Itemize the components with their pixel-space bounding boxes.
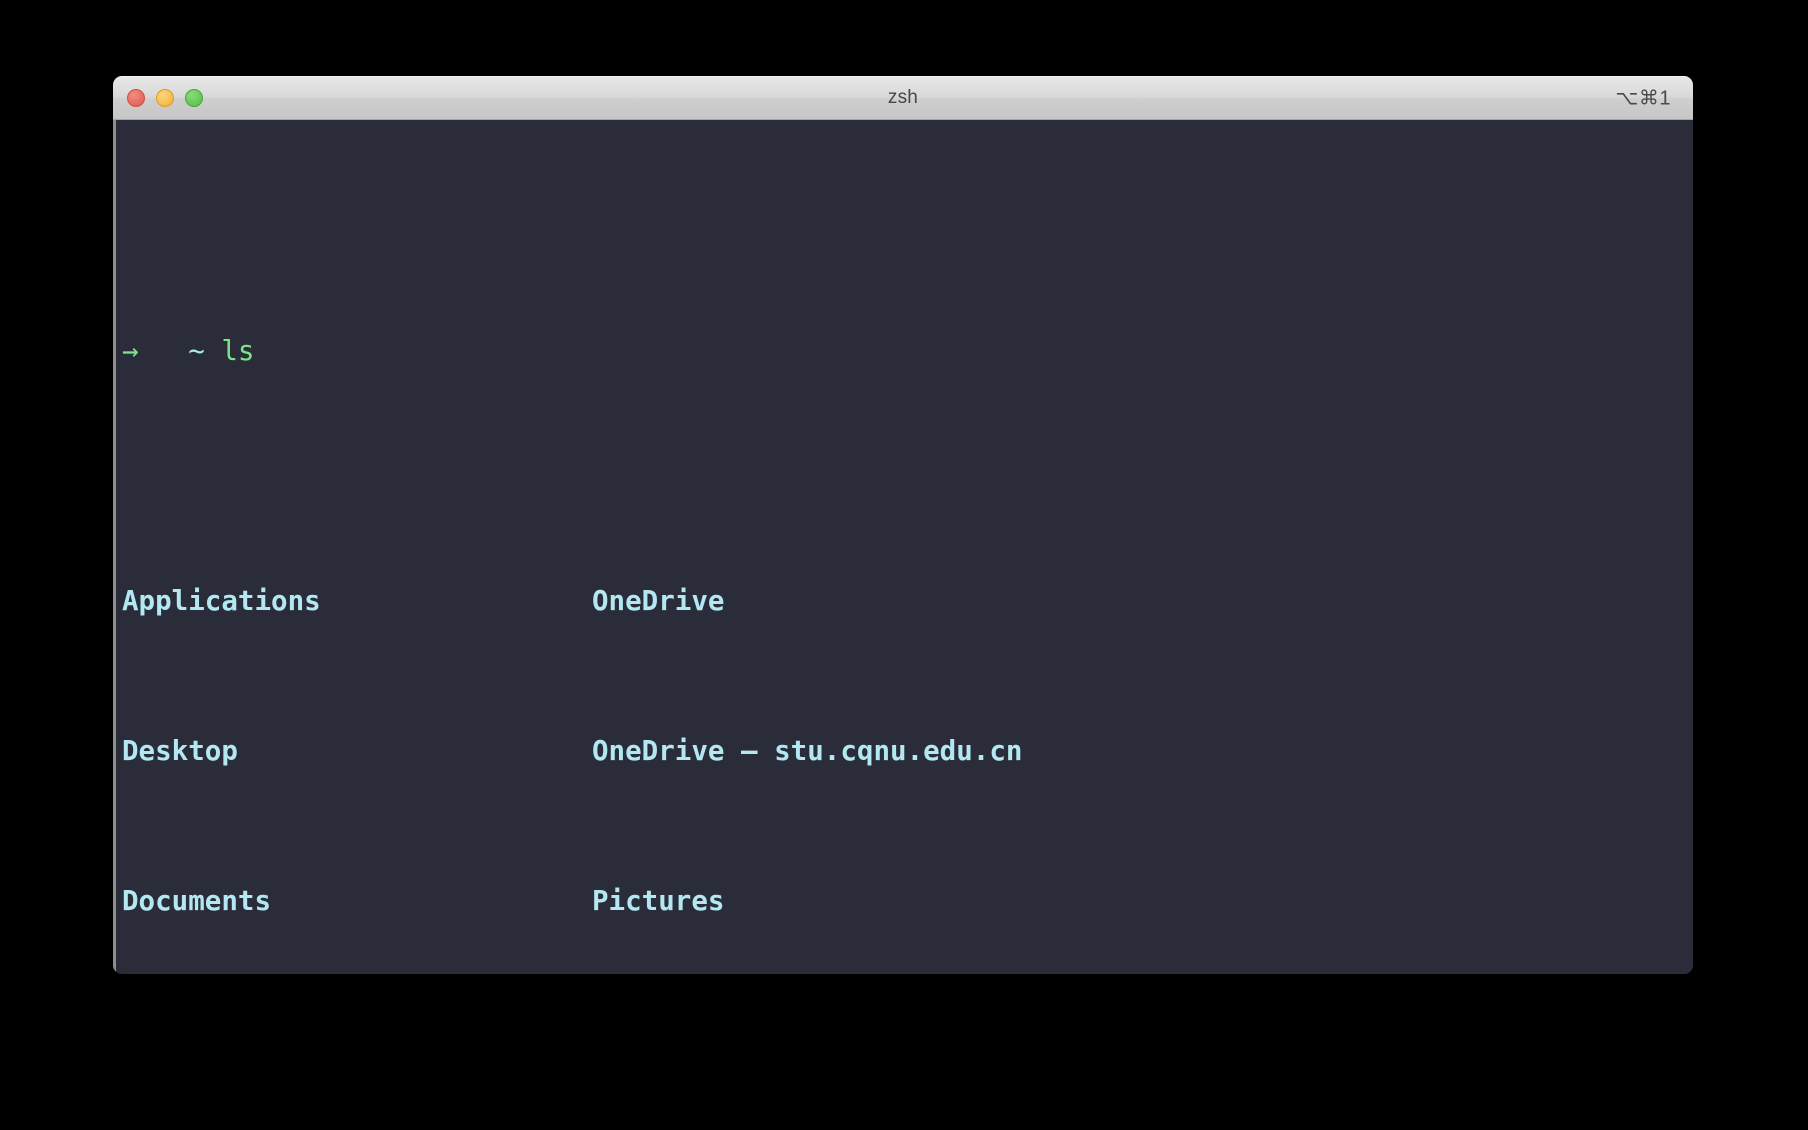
prompt-command: ls [221, 335, 255, 367]
window-title: zsh [887, 87, 919, 108]
desktop-background: zsh ⌥⌘1 → ~ ls Applications OneDrive Desk… [0, 0, 1808, 1130]
listing-cell-col2: Pictures [592, 885, 725, 917]
window-controls [127, 89, 203, 107]
terminal-output-area[interactable]: → ~ ls Applications OneDrive Desktop OneDr… [122, 126, 1693, 974]
listing-cell-col1: Applications [122, 585, 321, 617]
listing-row: Documents Pictures [122, 876, 1693, 926]
listing-cell-col2: OneDrive [592, 585, 725, 617]
minimize-button-icon[interactable] [156, 89, 174, 107]
window-titlebar[interactable]: zsh ⌥⌘1 [113, 76, 1693, 120]
terminal-body[interactable]: → ~ ls Applications OneDrive Desktop OneDr… [113, 120, 1693, 974]
listing-row: Desktop OneDrive – stu.cqnu.edu.cn [122, 726, 1693, 776]
listing-cell-col1: Documents [122, 885, 272, 917]
prompt-arrow-icon: → [122, 335, 139, 367]
window-shortcut-label: ⌥⌘1 [1615, 87, 1671, 110]
listing-row: Applications OneDrive [122, 576, 1693, 626]
close-button-icon[interactable] [127, 89, 145, 107]
terminal-window[interactable]: zsh ⌥⌘1 → ~ ls Applications OneDrive Desk… [113, 76, 1693, 974]
prompt-cwd: ~ [188, 335, 205, 367]
listing-cell-col1: Desktop [122, 735, 238, 767]
maximize-button-icon[interactable] [185, 89, 203, 107]
terminal-line-prompt: → ~ ls [122, 326, 1693, 376]
listing-cell-col2: OneDrive – stu.cqnu.edu.cn [592, 735, 1023, 767]
